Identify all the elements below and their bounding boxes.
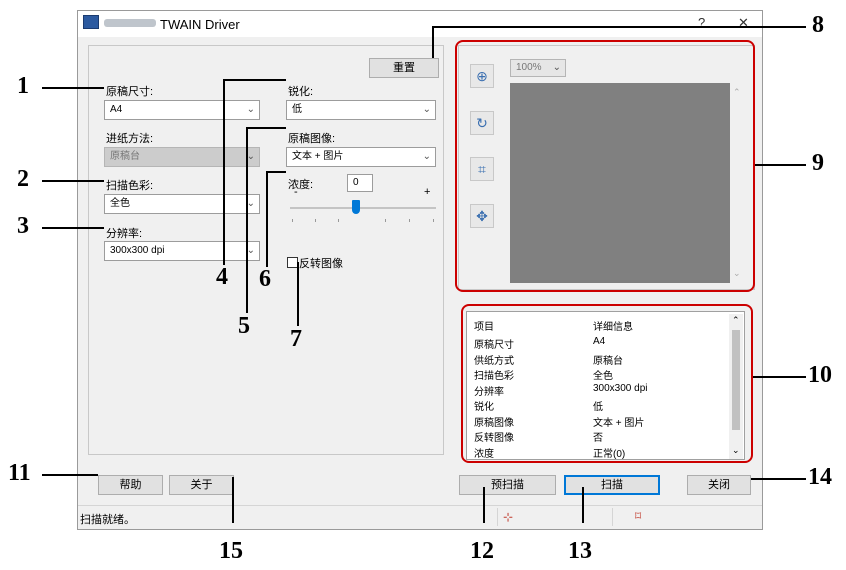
callout-number-5: 5 [238,313,250,339]
density-slider-thumb[interactable] [351,200,360,214]
callout-number-4: 4 [216,264,228,290]
callout-line-3 [42,227,104,229]
callout-number-3: 3 [17,213,29,239]
help-button[interactable]: 帮助 [98,475,163,495]
about-button[interactable]: 关于 [169,475,234,495]
status-separator [497,508,498,526]
callout-line-6 [266,171,268,267]
original-size-value: A4 [110,104,123,115]
callout-line-10 [753,376,806,378]
scan-color-value: 全色 [110,198,130,209]
callout-line-12 [483,487,485,523]
blurred-model-name [104,19,156,27]
callout-number-13: 13 [568,538,592,564]
callout-number-11: 11 [8,460,31,486]
sharpen-select[interactable]: 低 ⌄ [286,100,436,120]
callout-number-9: 9 [812,150,824,176]
original-size-select[interactable]: A4 ⌄ [104,100,260,120]
status-separator [612,508,613,526]
feed-method-value: 原稿台 [110,151,140,162]
slider-tick [292,219,293,222]
density-label: 浓度: [288,179,314,191]
scan-color-label: 扫描色彩: [106,180,154,192]
chevron-down-icon: ⌄ [422,151,431,162]
status-text: 扫描就绪。 [80,514,135,526]
scanner-app-icon [83,15,99,29]
resolution-value: 300x300 dpi [110,245,165,256]
callout-number-1: 1 [17,73,29,99]
callout-line-1 [42,87,104,89]
original-size-label: 原稿尺寸: [106,86,154,98]
status-divider [78,505,762,506]
slider-tick [409,219,410,222]
callout-line-8 [432,26,434,58]
callout-line-4 [223,79,286,81]
density-value-input[interactable]: 0 [347,174,373,192]
callout-frame-preview [455,40,755,292]
callout-number-12: 12 [470,538,494,564]
callout-line-13 [582,487,584,523]
callout-line-4 [223,79,225,265]
area-status-icon: ⌑ [635,509,642,523]
prescan-button[interactable]: 预扫描 [459,475,556,495]
resolution-select[interactable]: 300x300 dpi ⌄ [104,241,260,261]
slider-tick [433,219,434,222]
callout-line-5 [246,127,248,313]
callout-line-6 [266,171,286,173]
density-plus-label: + [424,186,431,198]
resolution-label: 分辨率: [106,228,143,240]
original-image-select[interactable]: 文本 + 图片 ⌄ [286,147,436,167]
callout-line-8 [432,26,806,28]
callout-number-10: 10 [808,362,832,388]
callout-frame-details [461,304,753,463]
sharpen-label: 锐化: [288,86,314,98]
close-button[interactable]: 关闭 [687,475,751,495]
sharpen-value: 低 [292,104,302,115]
original-image-value: 文本 + 图片 [292,151,344,162]
slider-tick [338,219,339,222]
callout-line-9 [755,164,806,166]
callout-line-15 [232,477,234,523]
scan-color-select[interactable]: 全色 ⌄ [104,194,260,214]
callout-line-7 [297,262,299,326]
callout-line-5 [246,127,286,129]
callout-number-6: 6 [259,266,271,292]
chevron-down-icon: ⌄ [422,104,431,115]
window-title: TWAIN Driver [160,17,240,32]
slider-tick [385,219,386,222]
feed-method-label: 进纸方法: [106,133,154,145]
chevron-down-icon: ⌄ [246,104,255,115]
callout-line-11 [42,474,98,476]
callout-number-15: 15 [219,538,243,564]
crop-status-icon: ⊹ [503,510,514,524]
density-value: 0 [353,177,359,188]
callout-number-2: 2 [17,166,29,192]
scan-button[interactable]: 扫描 [564,475,660,495]
close-icon[interactable]: ✕ [738,15,749,31]
density-minus-label: - [294,186,298,198]
reset-button[interactable]: 重置 [369,58,439,78]
slider-tick [315,219,316,222]
callout-line-2 [42,180,104,182]
density-slider-track[interactable] [290,207,436,209]
invert-image-label: 反转图像 [299,258,343,270]
callout-line-14 [751,478,806,480]
feed-method-select: 原稿台 ⌄ [104,147,260,167]
original-image-label: 原稿图像: [288,133,336,145]
callout-number-8: 8 [812,12,824,38]
callout-number-7: 7 [290,326,302,352]
callout-number-14: 14 [808,464,832,490]
